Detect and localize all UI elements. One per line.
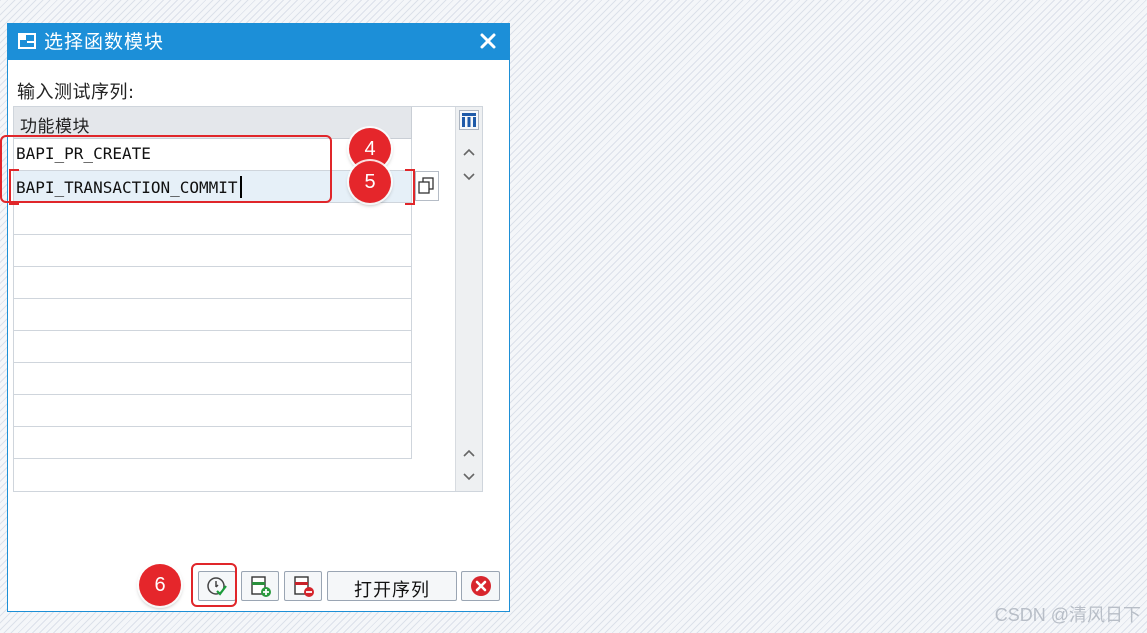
annotation-badge-5: 5 [349, 161, 391, 203]
delete-row-icon [294, 576, 314, 597]
chevron-up-graphic [463, 148, 475, 156]
insert-row-icon [251, 576, 271, 597]
chevron-down-icon[interactable] [459, 467, 479, 487]
table-row[interactable] [14, 395, 412, 427]
chevron-down-icon[interactable] [459, 167, 479, 187]
dialog-titlebar: 选择函数模块 [8, 24, 509, 60]
dialog-icon [18, 33, 36, 49]
table-row[interactable] [14, 267, 412, 299]
copy-icon[interactable] [415, 171, 439, 201]
close-icon[interactable] [475, 28, 501, 54]
delete-row-button[interactable] [284, 571, 322, 601]
cancel-button[interactable] [461, 571, 500, 601]
table-row[interactable] [14, 331, 412, 363]
table-scroll-gutter [455, 107, 482, 491]
chevron-up-icon[interactable] [459, 443, 479, 463]
annotation-highlight-rows [0, 135, 332, 203]
select-function-module-dialog: 选择函数模块 输入测试序列: 功能模块 BAPI_PR_CREATE BAPI_… [7, 23, 510, 612]
dialog-title: 选择函数模块 [44, 31, 165, 53]
open-sequence-label: 打开序列 [354, 580, 430, 601]
chevron-up-icon[interactable] [459, 142, 479, 162]
chevron-down-graphic [463, 473, 475, 481]
table-settings-icon[interactable] [459, 110, 479, 130]
annotation-badge-6: 6 [139, 564, 181, 606]
annotation-bracket-left [9, 169, 19, 205]
copy-icon-graphic [418, 177, 434, 194]
table-row[interactable] [14, 427, 412, 459]
table-row[interactable] [14, 203, 412, 235]
chevron-up-graphic [463, 449, 475, 457]
table-row[interactable] [14, 235, 412, 267]
dialog-footer-toolbar: 打开序列 [8, 570, 509, 604]
table-row[interactable] [14, 299, 412, 331]
sequence-prompt-label: 输入测试序列: [17, 82, 135, 103]
cancel-icon [470, 576, 491, 596]
watermark: CSDN @清风日下 [994, 605, 1141, 625]
table-settings-graphic [462, 113, 476, 127]
table-row[interactable] [14, 363, 412, 395]
insert-row-button[interactable] [241, 571, 279, 601]
annotation-bracket-right [405, 169, 415, 205]
column-header-label: 功能模块 [20, 117, 90, 137]
open-sequence-button[interactable]: 打开序列 [327, 571, 457, 601]
annotation-highlight-execute [191, 563, 237, 607]
chevron-down-graphic [463, 173, 475, 181]
